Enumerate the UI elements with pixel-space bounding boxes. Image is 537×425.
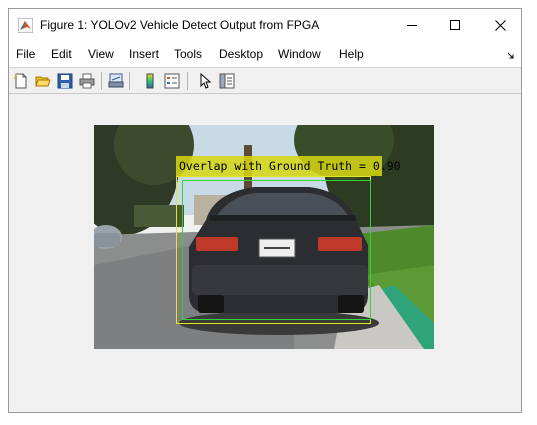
menu-desktop[interactable]: Desktop <box>219 47 263 61</box>
figure-canvas: Overlap with Ground Truth = 0.90 <box>9 94 521 412</box>
ground-truth-bounding-box <box>182 180 371 320</box>
toolbar-separator <box>101 72 102 90</box>
figure-toolbar <box>9 67 521 94</box>
minimize-icon <box>406 24 417 26</box>
toolbar-separator <box>129 72 130 90</box>
minimize-button[interactable] <box>389 9 435 41</box>
insert-legend-icon <box>164 73 180 89</box>
new-figure-button[interactable] <box>11 71 31 91</box>
menu-window[interactable]: Window <box>278 47 321 61</box>
window-title: Figure 1: YOLOv2 Vehicle Detect Output f… <box>40 18 320 32</box>
image-axes[interactable]: Overlap with Ground Truth = 0.90 <box>94 125 434 349</box>
maximize-button[interactable] <box>432 9 478 41</box>
menu-help[interactable]: Help <box>339 47 364 61</box>
property-inspector-button[interactable] <box>217 71 237 91</box>
insert-colorbar-icon <box>146 73 154 89</box>
open-file-button[interactable] <box>33 71 53 91</box>
title-bar[interactable]: Figure 1: YOLOv2 Vehicle Detect Output f… <box>9 9 521 41</box>
link-plot-icon <box>108 73 124 88</box>
select-arrow-button[interactable] <box>195 71 215 91</box>
link-plot-button[interactable] <box>106 71 126 91</box>
menu-view[interactable]: View <box>88 47 114 61</box>
select-arrow-icon <box>200 73 212 89</box>
print-icon <box>79 73 95 89</box>
new-figure-icon <box>14 73 27 89</box>
open-file-icon <box>35 76 51 87</box>
insert-colorbar-button[interactable] <box>140 71 160 91</box>
close-icon <box>494 19 506 31</box>
dock-arrow-icon[interactable] <box>507 52 515 60</box>
save-button[interactable] <box>55 71 75 91</box>
menu-edit[interactable]: Edit <box>51 47 72 61</box>
insert-legend-button[interactable] <box>162 71 182 91</box>
maximize-icon <box>449 19 460 30</box>
property-inspector-icon <box>219 73 235 89</box>
matlab-app-icon <box>18 18 33 33</box>
menu-insert[interactable]: Insert <box>129 47 159 61</box>
print-button[interactable] <box>77 71 97 91</box>
toolbar-separator <box>187 72 188 90</box>
figure-window: Figure 1: YOLOv2 Vehicle Detect Output f… <box>8 8 522 413</box>
menu-tools[interactable]: Tools <box>174 47 202 61</box>
menu-file[interactable]: File <box>16 47 35 61</box>
menu-bar: File Edit View Insert Tools Desktop Wind… <box>9 41 521 67</box>
close-button[interactable] <box>477 9 523 41</box>
save-icon <box>57 73 73 89</box>
overlap-annotation: Overlap with Ground Truth = 0.90 <box>176 156 401 176</box>
